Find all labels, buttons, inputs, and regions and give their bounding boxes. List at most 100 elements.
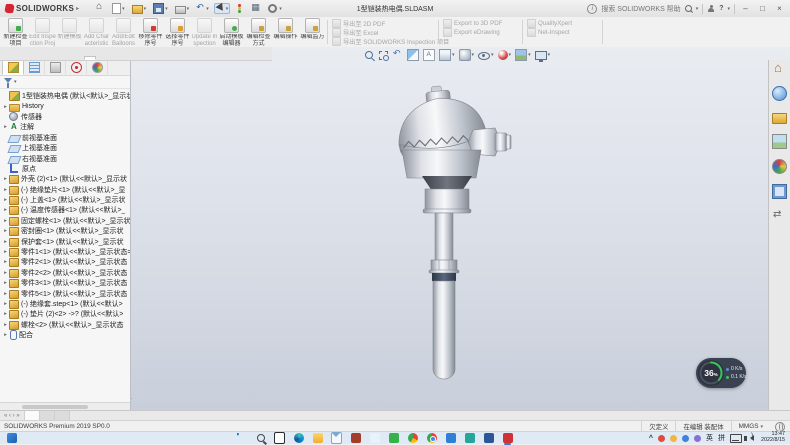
- tree-item[interactable]: ▸ 外壳 (2)<1> (默认<<默认>_显示状: [2, 174, 130, 184]
- print-button[interactable]: ▾: [173, 3, 192, 15]
- mail-app[interactable]: [331, 433, 342, 444]
- ribbon-button[interactable]: 编辑监方: [299, 17, 326, 47]
- tree-item[interactable]: ▸ 注解: [2, 122, 130, 132]
- net-speed-widget[interactable]: 36% 0 K/s 0.1 K/s: [696, 358, 746, 388]
- cloud-drive-app[interactable]: [369, 433, 380, 444]
- ribbon-button[interactable]: Update Inspection Project: [191, 17, 218, 47]
- tree-item[interactable]: ▸ 零件2<1> (默认<<默认>_显示状态: [2, 257, 130, 267]
- previous-view-icon[interactable]: [393, 50, 403, 60]
- export-menu-item[interactable]: 导出至 Excel: [332, 28, 432, 36]
- tree-item[interactable]: ▸ 零件5<1> (默认<<默认>_显示状态: [2, 288, 130, 298]
- tree-item[interactable]: ▸ 螺栓<2> (默认<<默认>_显示状态: [2, 320, 130, 330]
- graphics-viewport[interactable]: ▾ ▾ ▾ ▾ ▾ ▾: [130, 47, 790, 411]
- open-button[interactable]: ▾: [130, 2, 149, 15]
- tree-item[interactable]: 原点: [2, 164, 130, 174]
- tray-icon-shield[interactable]: [682, 435, 689, 442]
- command-tab[interactable]: [36, 56, 48, 60]
- maximize-button[interactable]: □: [756, 4, 769, 13]
- remote-app[interactable]: [445, 433, 456, 444]
- section-view-icon[interactable]: [407, 49, 419, 61]
- apply-scene-icon[interactable]: ▾: [515, 49, 531, 61]
- tree-item[interactable]: ▸ (-) 垫片 (2)<2> ->? (默认<<默认>: [2, 309, 130, 319]
- task-view-button[interactable]: [274, 433, 285, 444]
- widgets-button[interactable]: [7, 433, 17, 443]
- expand-arrow-icon[interactable]: ▸: [2, 239, 9, 245]
- tree-item[interactable]: 1型铠装热电偶 (默认<默认>_显示状态-1: [2, 91, 130, 101]
- taskbar-clock[interactable]: 13:47 2022/8/15: [761, 432, 785, 444]
- featuremanager-tree-tab[interactable]: [2, 60, 24, 75]
- ribbon-button[interactable]: 新建模板: [56, 17, 83, 47]
- expand-arrow-icon[interactable]: ▸: [2, 104, 9, 110]
- expand-arrow-icon[interactable]: ▸: [2, 291, 9, 297]
- search-icon[interactable]: [685, 5, 692, 12]
- tree-item[interactable]: ▸ 零件3<1> (默认<<默认>_显示状态: [2, 278, 130, 288]
- export-menu-item[interactable]: Export to 3D PDF: [443, 19, 517, 27]
- ribbon-button[interactable]: 选择零件序号: [164, 17, 191, 47]
- tree-item[interactable]: ▸ 保护套<1> (默认<<默认>_显示状: [2, 236, 130, 246]
- hide-show-items-icon[interactable]: ▾: [478, 50, 494, 60]
- export-menu-item[interactable]: QualityXpert: [527, 19, 597, 27]
- security-app[interactable]: [388, 433, 399, 444]
- help-button[interactable]: ?: [719, 5, 723, 12]
- ribbon-button[interactable]: Add/Edit Balloons: [110, 17, 137, 47]
- command-tab[interactable]: [0, 56, 12, 60]
- export-menu-item[interactable]: 导出至 SOLIDWORKS Inspection 项目: [332, 37, 432, 45]
- tree-item[interactable]: ▸ 零件2<2> (默认<<默认>_显示状态: [2, 268, 130, 278]
- expand-arrow-icon[interactable]: ▸: [2, 332, 9, 338]
- ribbon-button[interactable]: 编辑检查方式: [245, 17, 272, 47]
- youdao-app[interactable]: [502, 433, 513, 444]
- minimize-button[interactable]: –: [739, 4, 752, 13]
- file-explorer-tab[interactable]: [772, 111, 787, 129]
- speaker-icon[interactable]: [747, 435, 754, 441]
- chrome-app[interactable]: [426, 433, 437, 444]
- view-settings-icon[interactable]: ▾: [535, 50, 551, 60]
- expand-arrow-icon[interactable]: ▸: [2, 322, 9, 328]
- command-tab[interactable]: [72, 56, 84, 60]
- thermocouple-model[interactable]: [389, 84, 519, 386]
- command-tab[interactable]: [60, 56, 72, 60]
- touch-keyboard-icon[interactable]: [730, 434, 742, 443]
- tree-item[interactable]: ▸ History: [2, 101, 130, 111]
- store-app[interactable]: [350, 433, 361, 444]
- expand-arrow-icon[interactable]: ▸: [2, 249, 9, 255]
- dimxpertmanager-tab[interactable]: [66, 61, 87, 74]
- display-style-icon[interactable]: ▾: [459, 49, 475, 61]
- ime-indicator[interactable]: 拼: [718, 433, 725, 443]
- appearances-scenes-tab[interactable]: [772, 159, 787, 179]
- tree-item[interactable]: ▸ (-) 上盖<1> (默认<<默认>_显示状: [2, 195, 130, 205]
- command-tab[interactable]: [24, 56, 36, 60]
- view-palette-tab[interactable]: [772, 134, 787, 154]
- expand-arrow-icon[interactable]: ▸: [2, 228, 9, 234]
- propertymanager-tab[interactable]: [24, 61, 45, 74]
- ribbon-button[interactable]: 编辑操作: [272, 17, 299, 47]
- new-document-button[interactable]: ▾: [110, 2, 127, 15]
- tray-icon-location[interactable]: [694, 435, 701, 442]
- design-library-tab[interactable]: [772, 86, 787, 106]
- custom-properties-tab[interactable]: [772, 184, 787, 204]
- menu-expander-icon[interactable]: ▸: [76, 5, 79, 12]
- help-search-input[interactable]: 搜索 SOLIDWORKS 帮助: [601, 4, 680, 14]
- expand-arrow-icon[interactable]: ▸: [2, 301, 9, 307]
- zoom-to-area-icon[interactable]: [378, 50, 389, 61]
- help-dropdown-icon[interactable]: ▾: [727, 6, 730, 12]
- close-button[interactable]: ×: [773, 4, 786, 13]
- tree-item[interactable]: ▸ (-) 绝缘垫片<1> (默认<<默认>_显: [2, 185, 130, 195]
- expand-arrow-icon[interactable]: ▸: [2, 270, 9, 276]
- ribbon-button[interactable]: Edit Inspection Project: [29, 17, 56, 47]
- expand-arrow-icon[interactable]: ▸: [2, 187, 9, 193]
- command-tab[interactable]: [48, 56, 60, 60]
- expand-arrow-icon[interactable]: ▸: [2, 176, 9, 182]
- expand-arrow-icon[interactable]: ▸: [2, 259, 9, 265]
- save-button[interactable]: ▾: [151, 2, 170, 15]
- ribbon-button[interactable]: 移除零件序号: [137, 17, 164, 47]
- ribbon-button[interactable]: 新建检查项目: [2, 17, 29, 47]
- edge-app[interactable]: [293, 433, 304, 444]
- rebuild-button[interactable]: [233, 3, 246, 14]
- command-tab[interactable]: [84, 56, 96, 60]
- file-explorer-app[interactable]: [312, 433, 323, 444]
- tree-item[interactable]: 前视基准面: [2, 133, 130, 143]
- expand-arrow-icon[interactable]: ▸: [2, 280, 9, 286]
- tree-item[interactable]: ▸ (-) 温度传感器<1> (默认<<默认>_: [2, 205, 130, 215]
- ribbon-button[interactable]: Add Characteristic: [83, 17, 110, 47]
- tree-item[interactable]: 上视基准面: [2, 143, 130, 153]
